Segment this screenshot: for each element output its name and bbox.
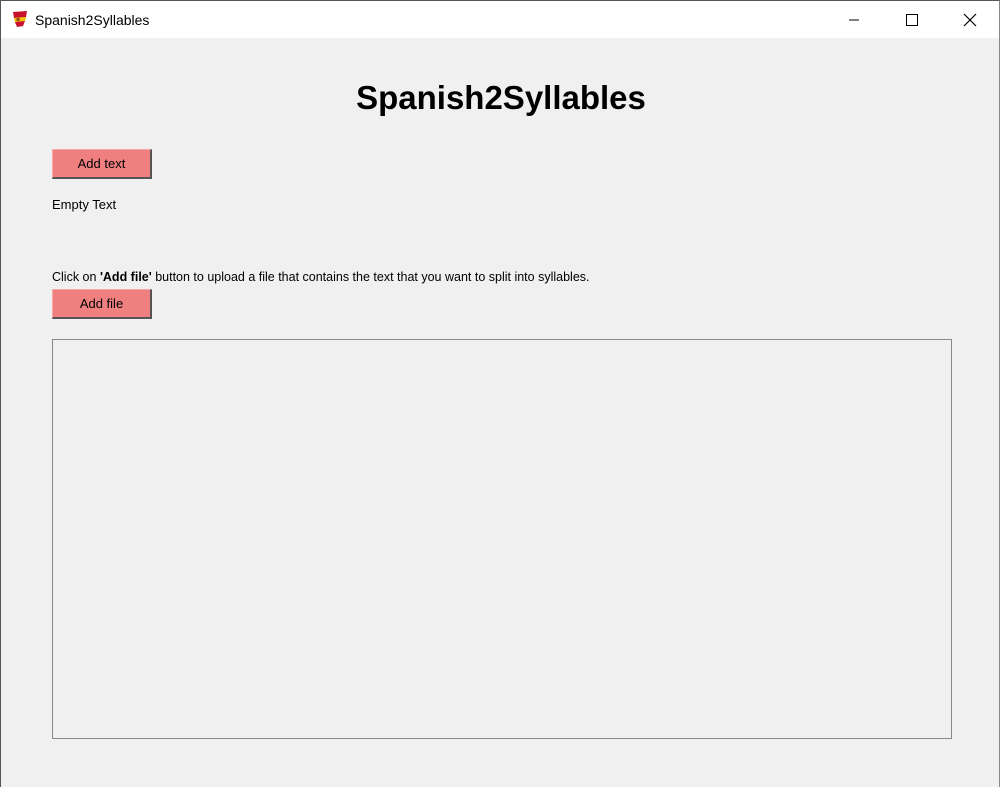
app-heading: Spanish2Syllables — [356, 79, 646, 116]
title-bar[interactable]: Spanish2Syllables — [1, 1, 999, 38]
close-button[interactable] — [947, 1, 993, 38]
add-text-button[interactable]: Add text — [52, 149, 152, 179]
output-text-area[interactable] — [52, 339, 952, 739]
instruction-prefix: Click on — [52, 270, 100, 284]
instruction-suffix: button to upload a file that contains th… — [151, 270, 590, 284]
text-status-label: Empty Text — [52, 197, 117, 212]
close-icon — [963, 13, 977, 26]
add-file-button[interactable]: Add file — [52, 289, 152, 319]
instruction-bold: 'Add file' — [99, 270, 152, 284]
minimize-button[interactable] — [831, 1, 877, 38]
minimize-icon — [849, 19, 859, 20]
window-title: Spanish2Syllables — [35, 12, 150, 28]
maximize-button[interactable] — [889, 1, 935, 38]
maximize-icon — [906, 13, 918, 26]
app-window: Spanish2Syllables Spanish2Syllables Add … — [0, 0, 1000, 787]
add-file-instruction: Click on 'Add file' button to upload a f… — [52, 270, 590, 284]
spain-flag-icon — [13, 11, 27, 27]
